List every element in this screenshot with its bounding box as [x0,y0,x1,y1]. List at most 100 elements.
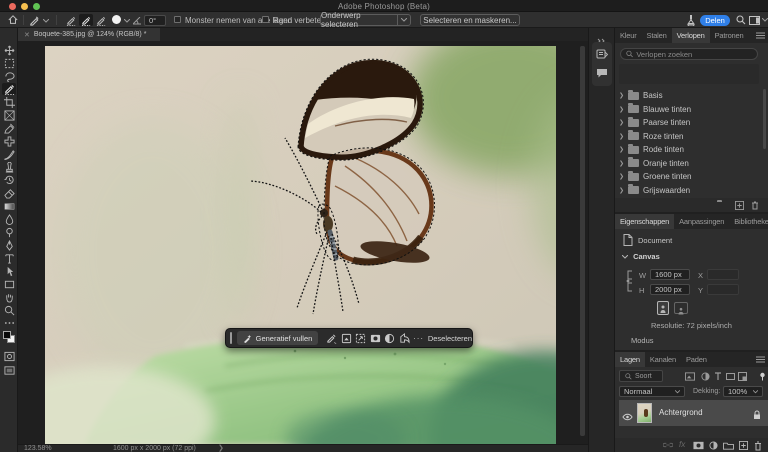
feedback-icon[interactable] [397,331,412,345]
butterfly-photo[interactable] [45,46,556,444]
gradient-tool-icon[interactable] [2,200,16,212]
tab-verlopen[interactable]: Verlopen [671,28,710,43]
filter-pin-icon[interactable] [755,370,768,382]
type-tool-icon[interactable] [2,252,16,264]
edit-toolbar-icon[interactable] [2,317,16,329]
filter-smart-objects-icon[interactable] [735,370,749,382]
new-group-icon[interactable] [723,441,734,450]
refine-edge-checkbox[interactable] [262,16,269,23]
comments-panel-icon[interactable] [596,66,608,84]
layer-name[interactable]: Achtergrond [659,408,703,417]
layer-filter-field[interactable]: Soort [619,370,663,382]
pen-tool-icon[interactable] [2,239,16,251]
workspace-icon[interactable] [749,15,760,25]
modify-selection-icon[interactable] [324,331,339,345]
deselect-button[interactable]: Deselecteren [428,334,472,343]
lasso-tool-icon[interactable] [2,70,16,82]
gradient-folder-grijswaarden[interactable]: ❯ Grijswaarden [619,184,761,197]
chevron-down-icon[interactable] [762,18,768,22]
panel-menu-icon[interactable] [756,28,768,43]
status-chevron-icon[interactable]: ❯ [218,445,224,452]
sample-all-layers-checkbox[interactable] [174,16,181,23]
new-item-icon[interactable] [735,201,744,210]
link-layers-icon[interactable] [663,442,673,448]
filter-pixel-layers-icon[interactable] [683,370,697,382]
close-tab-icon[interactable]: ✕ [24,31,30,39]
gradients-scrollbar[interactable] [763,89,766,149]
healing-brush-tool-icon[interactable] [2,135,16,147]
gradient-folder-oranje[interactable]: ❯ Oranje tinten [619,157,761,170]
create-mask-icon[interactable] [368,331,383,345]
mode-label[interactable]: Modus [631,336,654,345]
search-icon[interactable] [736,15,746,25]
brush-tool-icon[interactable] [2,148,16,160]
add-selection-brush-icon[interactable] [79,14,93,26]
tab-paden[interactable]: Paden [681,352,712,367]
screen-mode-icon[interactable] [2,364,16,376]
layer-thumbnail[interactable] [637,403,652,423]
eyedropper-tool-icon[interactable] [2,122,16,134]
beta-feedback-icon[interactable] [686,14,696,26]
delete-layer-icon[interactable] [754,441,762,451]
trash-icon[interactable] [751,201,759,210]
zoom-tool-icon[interactable] [2,304,16,316]
layer-row-achtergrond[interactable]: Achtergrond [619,400,768,426]
learn-panel-icon[interactable] [596,47,609,65]
move-tool-icon[interactable] [2,44,16,56]
tab-aanpassingen[interactable]: Aanpassingen [674,214,729,229]
canvas-area[interactable]: Generatief vullen ··· Deselecteren [18,41,588,444]
select-subject-button[interactable]: Onderwerp selecteren [320,11,398,29]
crop-tool-icon[interactable] [2,96,16,108]
zoom-level[interactable]: 123.58% [24,445,52,452]
select-subject-dropdown[interactable] [397,14,411,26]
transform-selection-icon[interactable] [353,331,368,345]
add-mask-icon[interactable] [693,441,704,450]
hand-tool-icon[interactable] [2,291,16,303]
brush-size-picker[interactable] [112,15,121,24]
eraser-tool-icon[interactable] [2,187,16,199]
history-brush-tool-icon[interactable] [2,174,16,186]
more-options-icon[interactable]: ··· [411,331,426,345]
shape-tool-icon[interactable] [2,278,16,290]
layer-visibility-eye-icon[interactable] [622,408,633,426]
tool-preset-dropdown-icon[interactable] [43,19,49,23]
foreground-background-swatches[interactable] [3,331,15,345]
add-adjustment-icon[interactable] [709,441,718,450]
tool-preset-icon[interactable] [29,15,40,26]
opacity-field[interactable]: 100% [723,386,763,397]
tab-kleur[interactable]: Kleur [615,28,642,43]
tab-bibliotheken[interactable]: Bibliotheken [729,214,768,229]
gradient-folder-groene[interactable]: ❯ Groene tinten [619,170,761,183]
object-selection-tool-icon[interactable] [2,83,16,95]
tab-kanalen[interactable]: Kanalen [645,352,681,367]
quick-mask-icon[interactable] [2,350,16,362]
generative-fill-button[interactable]: Generatief vullen [236,331,319,345]
remove-background-icon[interactable] [339,331,354,345]
taskbar-drag-handle[interactable] [230,332,232,344]
home-icon[interactable] [8,15,18,25]
height-field[interactable]: 2000 px [650,284,690,295]
document-label[interactable]: Document [638,236,672,245]
link-dimensions-icon[interactable] [625,270,633,292]
tab-lagen[interactable]: Lagen [615,352,645,367]
y-field[interactable] [707,284,739,295]
marquee-tool-icon[interactable] [2,57,16,69]
blur-tool-icon[interactable] [2,213,16,225]
width-field[interactable]: 1600 px [650,269,690,280]
x-field[interactable] [707,269,739,280]
gradient-folder-paarse[interactable]: ❯ Paarse tinten [619,116,761,129]
new-selection-brush-icon[interactable] [64,14,78,26]
document-tab[interactable]: ✕ Boquete-385.jpg @ 124% (RGB/8) * [18,28,160,41]
angle-field[interactable]: 0° [144,14,166,26]
tab-stalen[interactable]: Stalen [642,28,672,43]
frame-tool-icon[interactable] [2,109,16,121]
subtract-selection-brush-icon[interactable] [94,14,108,26]
select-and-mask-button[interactable]: Selecteren en maskeren... [420,14,520,26]
path-selection-tool-icon[interactable] [2,265,16,277]
blend-mode-select[interactable]: Normaal [619,386,685,397]
brush-size-dropdown-icon[interactable] [124,19,130,23]
gradient-folder-basis[interactable]: ❯ Basis [619,89,761,102]
panel-menu-icon[interactable] [756,352,768,367]
filter-adjustment-layers-icon[interactable] [698,370,712,382]
clone-stamp-tool-icon[interactable] [2,161,16,173]
